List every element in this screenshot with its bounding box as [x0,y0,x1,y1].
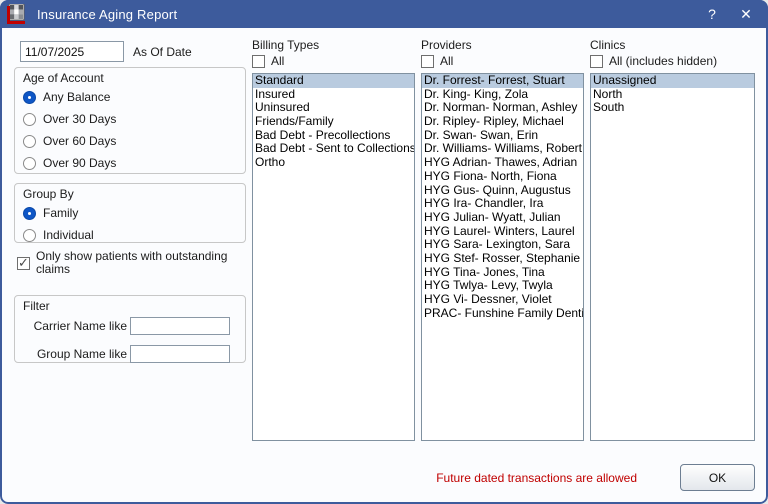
list-item[interactable]: Ortho [253,156,414,170]
billing-types-title: Billing Types [252,38,319,52]
radio-label: Over 60 Days [43,134,116,148]
billing-types-listbox[interactable]: StandardInsuredUninsuredFriends/FamilyBa… [252,73,415,441]
list-item[interactable]: HYG Laurel- Winters, Laurel [422,225,583,239]
ok-button[interactable]: OK [680,464,755,491]
group-by-title: Group By [23,187,245,202]
clinics-title: Clinics [590,38,625,52]
providers-all-label: All [440,55,453,68]
radio-icon[interactable] [23,207,36,220]
future-dated-warning: Future dated transactions are allowed [436,471,637,485]
list-item[interactable]: Standard [253,74,414,88]
list-item[interactable]: Dr. Norman- Norman, Ashley [422,101,583,115]
checkbox-icon[interactable] [17,257,30,270]
radio-icon[interactable] [23,135,36,148]
radio-option-over-60-days[interactable]: Over 60 Days [23,132,245,150]
filter-row-group-name: Group Name like [15,344,245,364]
app-grid-icon [7,4,27,24]
group-by-groupbox: Group By Family Individual [14,183,246,243]
list-item[interactable]: HYG Gus- Quinn, Augustus [422,184,583,198]
list-item[interactable]: Dr. Forrest- Forrest, Stuart [422,74,583,88]
radio-icon[interactable] [23,91,36,104]
radio-icon[interactable] [23,157,36,170]
clinics-all-row[interactable]: All (includes hidden) [590,55,717,68]
filter-row-carrier-name: Carrier Name like [15,316,245,336]
filter-fields: Carrier Name like Group Name like [15,316,245,364]
radio-label: Over 90 Days [43,156,116,170]
title-bar: Insurance Aging Report ? ✕ [0,0,768,28]
radio-label: Any Balance [43,90,110,104]
list-item[interactable]: HYG Ira- Chandler, Ira [422,197,583,211]
radio-option-over-90-days[interactable]: Over 90 Days [23,154,245,172]
outstanding-claims-checkbox-row[interactable]: Only show patients with outstanding clai… [17,250,239,276]
list-item[interactable]: Dr. Williams- Williams, Robert [422,142,583,156]
billing-types-all-label: All [271,55,284,68]
filter-groupbox: Filter Carrier Name like Group Name like [14,295,246,363]
radio-icon[interactable] [23,113,36,126]
list-item[interactable]: Friends/Family [253,115,414,129]
age-of-account-groupbox: Age of Account Any Balance Over 30 Days Ov… [14,67,246,174]
filter-title: Filter [23,299,245,314]
list-item[interactable]: South [591,101,754,115]
list-item[interactable]: HYG Vi- Dessner, Violet [422,293,583,307]
providers-title: Providers [421,38,472,52]
age-of-account-title: Age of Account [23,71,245,86]
clinics-listbox[interactable]: UnassignedNorthSouth [590,73,755,441]
age-of-account-options: Any Balance Over 30 Days Over 60 Days Over … [15,88,245,172]
list-item[interactable]: HYG Twlya- Levy, Twyla [422,279,583,293]
close-button[interactable]: ✕ [736,6,756,23]
as-of-date-input[interactable] [20,41,124,62]
list-item[interactable]: HYG Adrian- Thawes, Adrian [422,156,583,170]
list-item[interactable]: HYG Stef- Rosser, Stephanie [422,252,583,266]
billing-types-all-row[interactable]: All [252,55,284,68]
outstanding-claims-label: Only show patients with outstanding clai… [36,250,236,276]
radio-option-family[interactable]: Family [23,204,245,222]
list-item[interactable]: HYG Julian- Wyatt, Julian [422,211,583,225]
checkbox-icon[interactable] [590,55,603,68]
list-item[interactable]: Insured [253,88,414,102]
list-item[interactable]: Dr. Swan- Swan, Erin [422,129,583,143]
list-item[interactable]: Bad Debt - Precollections [253,129,414,143]
list-item[interactable]: PRAC- Funshine Family Dentis [422,307,583,321]
list-item[interactable]: Bad Debt - Sent to Collections [253,142,414,156]
list-item[interactable]: HYG Sara- Lexington, Sara [422,238,583,252]
checkbox-icon[interactable] [421,55,434,68]
list-item[interactable]: HYG Fiona- North, Fiona [422,170,583,184]
insurance-aging-report-dialog: Insurance Aging Report ? ✕ As Of Date Ag… [0,0,768,504]
radio-label: Family [43,206,78,220]
list-item[interactable]: HYG Tina- Jones, Tina [422,266,583,280]
list-item[interactable]: Dr. Ripley- Ripley, Michael [422,115,583,129]
providers-all-row[interactable]: All [421,55,453,68]
group-name-input[interactable] [130,345,230,363]
list-item[interactable]: North [591,88,754,102]
providers-listbox[interactable]: Dr. Forrest- Forrest, StuartDr. King- Ki… [421,73,584,441]
window-title: Insurance Aging Report [37,7,177,22]
help-button[interactable]: ? [702,6,722,22]
list-item[interactable]: Dr. King- King, Zola [422,88,583,102]
clinics-all-label: All (includes hidden) [609,55,717,68]
radio-label: Over 30 Days [43,112,116,126]
radio-label: Individual [43,228,94,242]
checkbox-icon[interactable] [252,55,265,68]
radio-option-individual[interactable]: Individual [23,226,245,244]
list-item[interactable]: Unassigned [591,74,754,88]
radio-icon[interactable] [23,229,36,242]
radio-option-over-30-days[interactable]: Over 30 Days [23,110,245,128]
as-of-date-label: As Of Date [133,45,192,59]
carrier-name-label: Carrier Name like [15,319,127,333]
group-name-label: Group Name like [15,347,127,361]
radio-option-any-balance[interactable]: Any Balance [23,88,245,106]
carrier-name-input[interactable] [130,317,230,335]
list-item[interactable]: Uninsured [253,101,414,115]
group-by-options: Family Individual [15,204,245,244]
